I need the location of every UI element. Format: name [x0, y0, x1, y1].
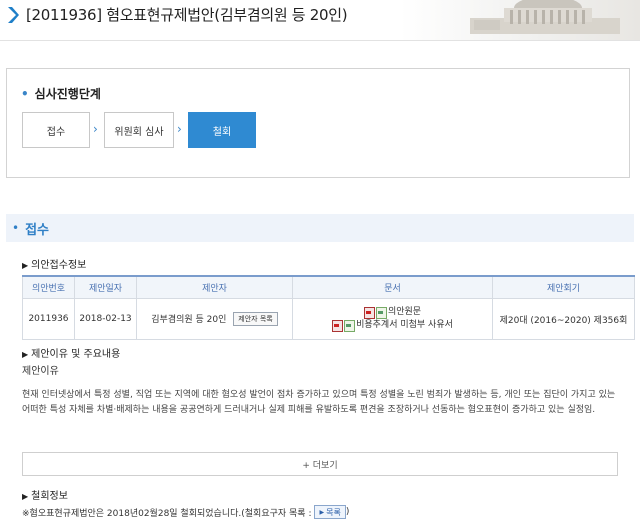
play-icon: ▶: [319, 508, 325, 516]
doc-cost-estimate[interactable]: 비용추계서 미첨부 사유서: [294, 319, 491, 332]
proposer-name: 김부겸의원 등 20인: [151, 314, 227, 325]
withdraw-note-text: ※혐오표현규제법안은 2018년02월28일 철회되었습니다.(철회요구자 목록…: [22, 508, 312, 519]
subsection-receipt-info: ▶ 의안접수정보: [22, 256, 86, 271]
triangle-right-icon: ▶: [22, 492, 29, 501]
table-row: 2011936 2018-02-13 김부겸의원 등 20인 제안자 목록 의안…: [22, 298, 635, 340]
doc-cost-label[interactable]: 비용추계서 미첨부 사유서: [356, 319, 453, 332]
table-header-row: 의안번호 제안일자 제안자 문서 제안회기: [22, 275, 635, 299]
subsection-reason: ▶ 제안이유 및 주요내용: [22, 345, 120, 360]
withdraw-note: ※혐오표현규제법안은 2018년02월28일 철회되었습니다.(철회요구자 목록…: [22, 505, 349, 519]
column-header: 제안일자: [74, 275, 137, 299]
step-committee-review[interactable]: 위원회 심사: [104, 112, 174, 148]
hwp-file-icon[interactable]: [375, 306, 387, 319]
closing-paren: ): [345, 507, 350, 517]
stage-title: • 심사진행단계: [21, 85, 101, 102]
step-label: 철회: [212, 126, 232, 138]
column-header: 문서: [292, 275, 493, 299]
step-received[interactable]: 접수: [22, 112, 90, 148]
bill-number: 2011936: [22, 298, 75, 340]
pdf-file-icon[interactable]: [332, 319, 344, 332]
subsection-withdraw: ▶ 철회정보: [22, 487, 68, 502]
documents-cell: 의안원문 비용추계서 미첨부 사유서: [292, 298, 493, 340]
reason-text: 현재 인터넷상에서 특정 성별, 직업 또는 지역에 대한 혐오성 발언이 점차…: [22, 390, 616, 415]
step-withdrawn[interactable]: 철회: [188, 112, 256, 148]
doc-original[interactable]: 의안원문: [294, 306, 491, 319]
pdf-file-icon[interactable]: [363, 306, 375, 319]
step-label: 접수: [46, 126, 66, 138]
bill-receipt-table: 의안번호 제안일자 제안자 문서 제안회기 2011936 2018-02-13…: [22, 275, 635, 340]
chevron-right-icon: ›: [93, 122, 98, 136]
column-header: 제안회기: [492, 275, 635, 299]
bullet-icon: •: [12, 221, 20, 235]
review-stage-panel: • 심사진행단계 접수 › 위원회 심사 › 철회: [6, 68, 630, 178]
subsection-title: 의안접수정보: [31, 260, 87, 271]
hwp-file-icon[interactable]: [344, 319, 356, 332]
list-button-label: 목록: [326, 507, 341, 517]
bullet-icon: •: [21, 87, 29, 101]
header-divider: [0, 40, 640, 41]
subsection-title: 제안이유 및 주요내용: [31, 349, 121, 360]
doc-original-label[interactable]: 의안원문: [388, 306, 421, 319]
section-header-received: • 접수: [6, 214, 634, 242]
chevron-right-icon: [8, 6, 19, 23]
proposal-session: 제20대 (2016~2020) 제356회: [492, 298, 635, 340]
proposal-date: 2018-02-13: [74, 298, 137, 340]
stage-title-text: 심사진행단계: [34, 87, 101, 101]
triangle-right-icon: ▶: [22, 261, 29, 270]
column-header: 제안자: [136, 275, 293, 299]
proposer-list-button[interactable]: 제안자 목록: [233, 312, 278, 327]
triangle-right-icon: ▶: [22, 350, 29, 359]
step-label: 위원회 심사: [114, 126, 164, 138]
title-row: [2011936] 혐오표현규제법안(김부겸의원 등 20인): [6, 4, 348, 25]
section-title: 접수: [25, 222, 49, 238]
chevron-right-icon: ›: [177, 122, 182, 136]
page-title: [2011936] 혐오표현규제법안(김부겸의원 등 20인): [26, 6, 348, 24]
show-more-button[interactable]: + 더보기: [22, 452, 618, 476]
column-header: 의안번호: [22, 275, 75, 299]
subsection-title: 철회정보: [31, 491, 68, 502]
proposer-cell: 김부겸의원 등 20인 제안자 목록: [136, 298, 293, 340]
page-header: [2011936] 혐오표현규제법안(김부겸의원 등 20인): [0, 0, 640, 40]
reason-label: 제안이유: [22, 366, 59, 377]
withdrawer-list-button[interactable]: ▶ 목록: [314, 505, 346, 519]
assembly-building-image: [470, 0, 620, 34]
